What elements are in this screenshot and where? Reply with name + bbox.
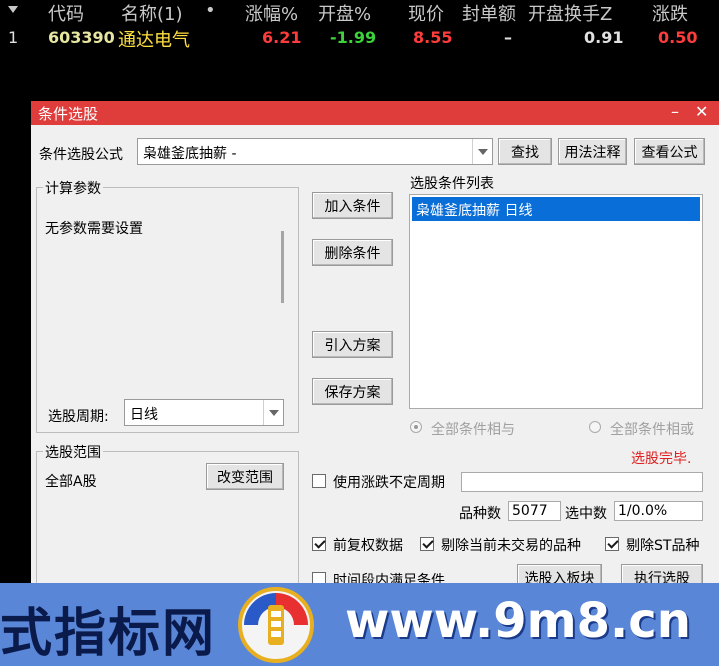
variable-period-checkbox[interactable] — [312, 474, 326, 488]
change-scope-button[interactable]: 改变范围 — [206, 463, 284, 490]
header-dot: • — [205, 0, 216, 21]
formula-label: 条件选股公式 — [39, 147, 123, 163]
view-formula-button[interactable]: 查看公式 — [634, 138, 705, 165]
banner-url: www.9m8.cn — [345, 593, 691, 649]
banner-site-name: 式指标网 — [0, 604, 217, 664]
exclude-st-label: 剔除ST品种 — [626, 538, 700, 554]
site-logo-icon — [238, 587, 314, 663]
header-name[interactable]: 名称(1) — [121, 0, 183, 26]
formula-select[interactable]: 枭雄釜底抽薪 - — [137, 138, 493, 165]
variable-period-label: 使用涨跌不定周期 — [333, 475, 445, 491]
scope-group-title: 选股范围 — [43, 442, 103, 462]
minimize-icon[interactable]: – — [671, 102, 679, 121]
row-change: 0.50 — [658, 28, 698, 47]
selected-count-field: 1/0.0% — [614, 501, 703, 521]
row-open-turnover: 0.91 — [584, 28, 624, 47]
header-change-pct[interactable]: 涨幅% — [245, 0, 298, 26]
row-change-pct: 6.21 — [262, 28, 302, 47]
usage-notes-button[interactable]: 用法注释 — [558, 138, 627, 165]
scope-value: 全部A股 — [45, 474, 97, 490]
condition-list[interactable]: 枭雄釜底抽薪 日线 — [409, 194, 703, 409]
params-group: 计算参数 无参数需要设置 选股周期: 日线 — [36, 178, 299, 433]
row-price: 8.55 — [413, 28, 453, 47]
condition-list-label: 选股条件列表 — [410, 176, 494, 192]
row-seal-amount: – — [504, 28, 512, 47]
variety-count-label: 品种数 — [459, 506, 501, 522]
period-select[interactable]: 日线 — [124, 399, 284, 426]
radio-and-label: 全部条件相与 — [431, 422, 515, 438]
status-text: 选股完毕. — [631, 451, 692, 467]
period-value: 日线 — [130, 407, 158, 423]
row-code: 603390 — [48, 28, 115, 47]
chevron-down-icon[interactable] — [472, 139, 492, 164]
import-plan-button[interactable]: 引入方案 — [312, 331, 393, 358]
chevron-down-icon[interactable] — [263, 400, 283, 425]
params-scrollbar[interactable] — [281, 231, 284, 303]
find-button[interactable]: 查找 — [498, 138, 552, 165]
selected-count-label: 选中数 — [565, 506, 607, 522]
sort-down-icon[interactable] — [8, 6, 18, 13]
scope-group: 选股范围 全部A股 改变范围 — [36, 442, 299, 585]
row-name: 通达电气 — [118, 30, 190, 51]
save-plan-button[interactable]: 保存方案 — [312, 378, 393, 405]
list-item[interactable]: 枭雄釜底抽薪 日线 — [412, 197, 700, 221]
header-change[interactable]: 涨跌 — [652, 0, 688, 26]
params-group-title: 计算参数 — [43, 178, 103, 198]
header-open-turnover[interactable]: 开盘换手Z — [528, 0, 612, 26]
exclude-untraded-label: 剔除当前未交易的品种 — [441, 538, 581, 554]
variable-period-input[interactable] — [461, 472, 703, 492]
dialog-titlebar[interactable]: 条件选股 – ✕ — [31, 101, 719, 125]
exclude-st-checkbox[interactable] — [605, 537, 619, 551]
watermark-banner: 式指标网 www.9m8.cn — [0, 583, 719, 666]
close-icon[interactable]: ✕ — [695, 102, 708, 121]
header-open-pct[interactable]: 开盘% — [318, 0, 371, 26]
header-code[interactable]: 代码 — [48, 0, 84, 26]
header-price[interactable]: 现价 — [408, 0, 444, 26]
delete-condition-button[interactable]: 删除条件 — [312, 239, 393, 266]
header-seal-amount[interactable]: 封单额 — [462, 0, 516, 26]
add-condition-button[interactable]: 加入条件 — [312, 192, 393, 219]
forward-adjust-checkbox[interactable] — [312, 537, 326, 551]
row-open-pct: -1.99 — [330, 28, 377, 47]
formula-value: 枭雄釜底抽薪 - — [143, 146, 237, 162]
row-index: 1 — [8, 28, 19, 47]
exclude-untraded-checkbox[interactable] — [420, 537, 434, 551]
variety-count-field: 5077 — [508, 501, 561, 521]
stock-screener-dialog: 条件选股 – ✕ 条件选股公式 枭雄釜底抽薪 - 查找 用法注释 查看公式 计算… — [31, 101, 719, 591]
stock-quote-table: 代码 名称(1) • 涨幅% 开盘% 现价 封单额 开盘换手Z 涨跌 1 603… — [0, 0, 719, 51]
radio-or[interactable] — [589, 421, 601, 433]
params-text: 无参数需要设置 — [45, 221, 143, 237]
forward-adjust-label: 前复权数据 — [333, 538, 403, 554]
radio-and[interactable] — [410, 421, 422, 433]
period-label: 选股周期: — [48, 409, 109, 425]
dialog-title: 条件选股 — [38, 105, 99, 123]
radio-or-label: 全部条件相或 — [610, 422, 694, 438]
